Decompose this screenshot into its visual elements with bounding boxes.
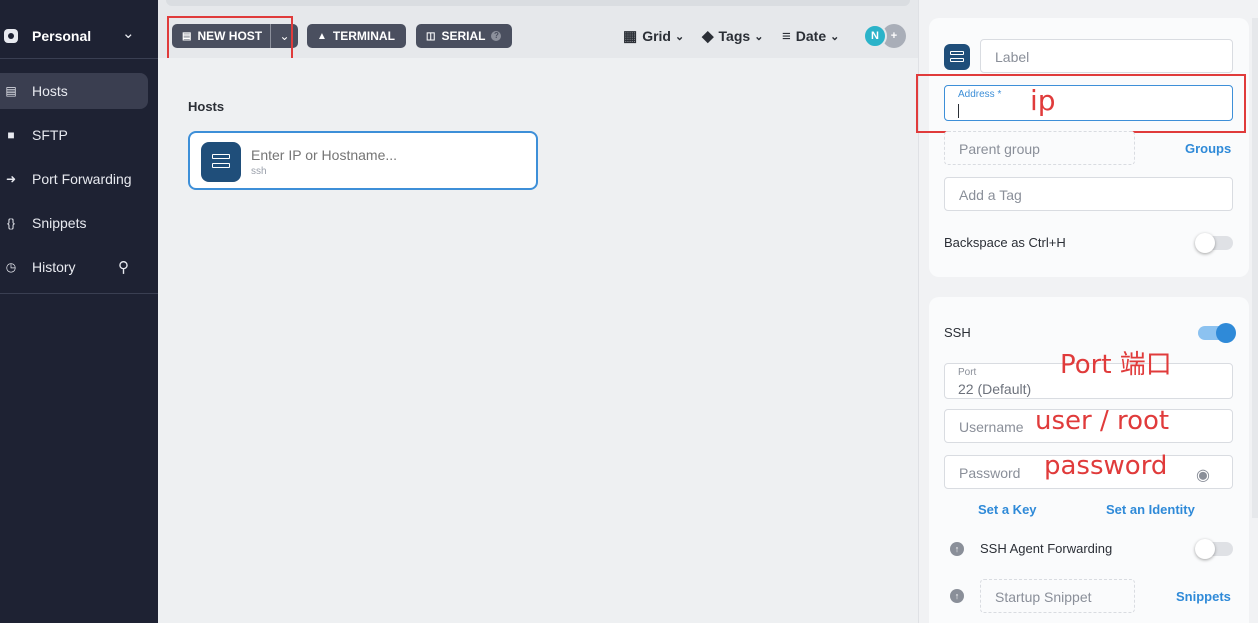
help-icon: ? bbox=[491, 31, 502, 41]
chevron-down-icon: ⌄ bbox=[122, 25, 135, 42]
host-protocol: ssh bbox=[251, 166, 267, 177]
view-tags-label: Tags bbox=[718, 28, 751, 44]
startup-snippet-field[interactable]: Startup Snippet bbox=[980, 579, 1135, 613]
label-placeholder: Label bbox=[995, 49, 1030, 65]
divider bbox=[0, 58, 158, 59]
account-name: Personal bbox=[32, 28, 92, 44]
port-value: 22 (Default) bbox=[958, 381, 1032, 397]
new-host-card[interactable]: ssh bbox=[188, 131, 538, 190]
annotation-user: user / root bbox=[1035, 406, 1170, 436]
server-icon bbox=[201, 142, 241, 182]
serial-port-icon: ◫ bbox=[426, 30, 436, 42]
groups-link[interactable]: Groups bbox=[1185, 141, 1231, 156]
account-switcher[interactable]: Personal ⌄ bbox=[0, 14, 158, 58]
snippets-link[interactable]: Snippets bbox=[1176, 589, 1231, 604]
sidebar-item-history[interactable]: ◷ History ⚲ bbox=[0, 249, 148, 285]
set-identity-link[interactable]: Set an Identity bbox=[1106, 502, 1195, 517]
ssh-label: SSH bbox=[944, 325, 971, 340]
set-key-link[interactable]: Set a Key bbox=[978, 502, 1037, 517]
clock-icon: ◷ bbox=[5, 260, 17, 274]
agent-forwarding-label: SSH Agent Forwarding bbox=[980, 541, 1113, 556]
chevron-down-icon: ⌄ bbox=[830, 30, 840, 43]
page-title: Hosts bbox=[188, 99, 225, 114]
forward-icon: ➜ bbox=[5, 172, 17, 186]
tag-placeholder: Add a Tag bbox=[959, 187, 1022, 203]
top-scroll-strip bbox=[166, 0, 910, 6]
eye-off-icon[interactable]: ◉ bbox=[1196, 465, 1210, 485]
annotation-ip: ip bbox=[1030, 84, 1056, 117]
view-date-label: Date bbox=[795, 28, 827, 44]
chevron-down-icon: ⌄ bbox=[754, 30, 764, 43]
arrow-up-icon: ↑ bbox=[950, 589, 964, 603]
sidebar-item-label: SFTP bbox=[32, 127, 68, 143]
sidebar-item-hosts[interactable]: ▤ Hosts bbox=[0, 73, 148, 109]
password-placeholder: Password bbox=[959, 465, 1021, 481]
braces-icon: {} bbox=[6, 216, 15, 230]
sidebar-item-label: History bbox=[32, 259, 76, 275]
grid-icon: ▦ bbox=[623, 28, 638, 45]
sidebar-item-snippets[interactable]: {} Snippets bbox=[0, 205, 148, 241]
account-icon bbox=[4, 29, 18, 43]
terminal-label: TERMINAL bbox=[332, 29, 395, 43]
username-placeholder: Username bbox=[959, 419, 1024, 435]
sidebar-item-label: Hosts bbox=[32, 83, 68, 99]
label-field[interactable]: Label bbox=[980, 39, 1233, 73]
highlight-box-address bbox=[916, 74, 1246, 133]
tag-icon: ◆ bbox=[702, 28, 714, 45]
add-member-label: + bbox=[890, 30, 898, 42]
tag-field[interactable]: Add a Tag bbox=[944, 177, 1233, 211]
server-icon bbox=[944, 44, 970, 70]
host-address-input[interactable] bbox=[251, 147, 521, 163]
port-label: Port bbox=[958, 367, 977, 378]
agent-forwarding-toggle[interactable] bbox=[1195, 539, 1233, 559]
startup-snippet-placeholder: Startup Snippet bbox=[995, 589, 1092, 605]
ssh-toggle[interactable] bbox=[1198, 323, 1236, 343]
avatar[interactable]: N bbox=[863, 24, 887, 48]
terminal-icon: ▲ bbox=[317, 30, 327, 42]
serial-button[interactable]: ◫ SERIAL ? bbox=[416, 24, 512, 48]
sidebar-item-port-forwarding[interactable]: ➜ Port Forwarding bbox=[0, 161, 148, 197]
sidebar: Personal ⌄ ▤ Hosts ■ SFTP ➜ Port Forward… bbox=[0, 0, 158, 623]
serial-label: SERIAL bbox=[441, 29, 486, 43]
arrow-up-icon: ↑ bbox=[950, 542, 964, 556]
server-icon: ▤ bbox=[5, 84, 17, 98]
search-icon[interactable]: ⚲ bbox=[118, 258, 129, 276]
backspace-toggle[interactable] bbox=[1195, 233, 1233, 253]
sidebar-item-label: Snippets bbox=[32, 215, 87, 231]
scrollbar[interactable] bbox=[1252, 18, 1258, 518]
chevron-down-icon: ⌄ bbox=[674, 30, 685, 43]
folder-icon: ■ bbox=[7, 128, 15, 142]
view-grid-label: Grid bbox=[642, 28, 671, 44]
annotation-port: Port 端口 bbox=[1060, 350, 1172, 380]
annotation-password: password bbox=[1044, 451, 1168, 481]
divider bbox=[0, 293, 158, 294]
parent-group-placeholder: Parent group bbox=[959, 141, 1040, 157]
sidebar-item-sftp[interactable]: ■ SFTP bbox=[0, 117, 148, 153]
sidebar-item-label: Port Forwarding bbox=[32, 171, 132, 187]
backspace-label: Backspace as Ctrl+H bbox=[944, 235, 1066, 250]
view-date-control[interactable]: ≡ Date ⌄ bbox=[782, 26, 839, 46]
terminal-button[interactable]: ▲ TERMINAL bbox=[307, 24, 406, 48]
view-grid-control[interactable]: ▦ Grid ⌄ bbox=[623, 26, 684, 46]
avatar-initial: N bbox=[871, 30, 879, 42]
parent-group-field[interactable]: Parent group bbox=[944, 131, 1135, 165]
sort-icon: ≡ bbox=[782, 27, 791, 45]
view-tags-control[interactable]: ◆ Tags ⌄ bbox=[702, 26, 763, 46]
